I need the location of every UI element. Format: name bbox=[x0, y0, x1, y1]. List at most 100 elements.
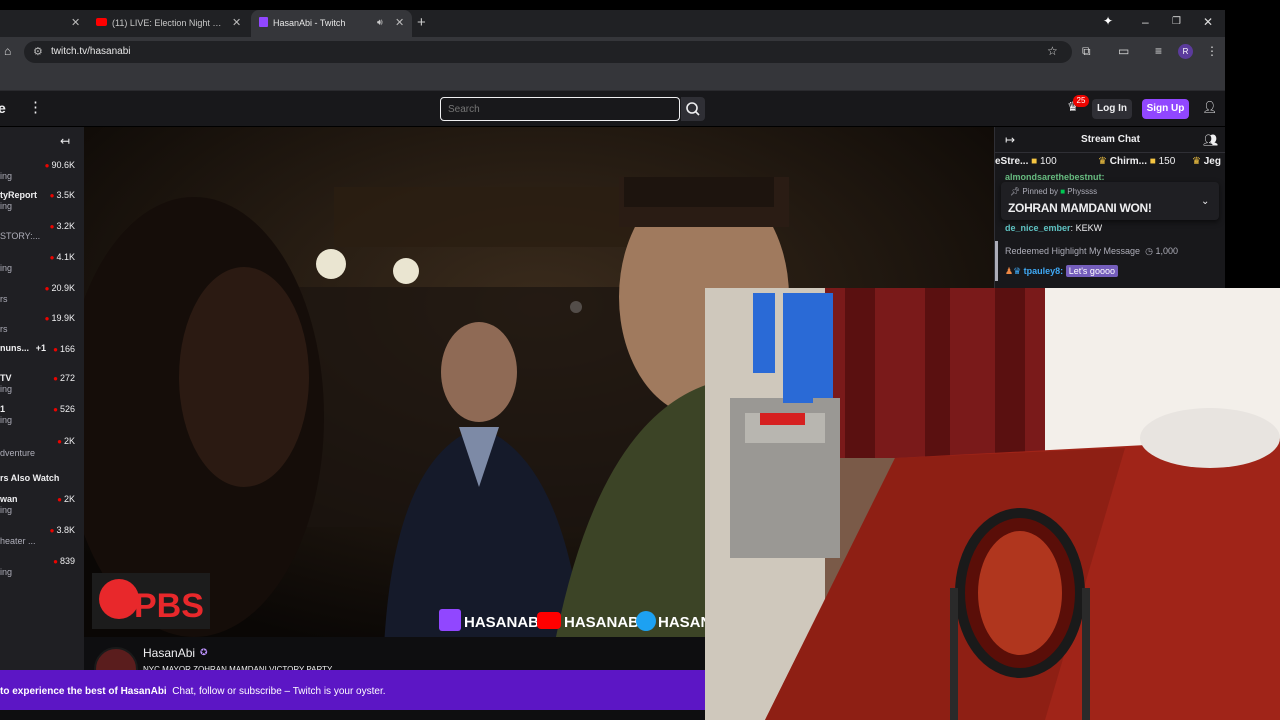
search-box[interactable] bbox=[440, 97, 680, 121]
channel-name[interactable]: HasanAbi bbox=[143, 646, 195, 660]
sidebar-channel-9[interactable]: 1 ing ● 526 bbox=[0, 404, 84, 434]
split-view-icon[interactable]: ▭ bbox=[1118, 44, 1129, 58]
new-tab-button[interactable]: + bbox=[417, 14, 426, 31]
signup-promo-banner[interactable]: to experience the best of HasanAbi Chat,… bbox=[0, 670, 705, 710]
signup-button[interactable]: Sign Up bbox=[1142, 99, 1189, 119]
sub-badge-icon: ♛ bbox=[1013, 266, 1022, 276]
notification-badge: 25 bbox=[1073, 95, 1089, 107]
channel-info-bar: HasanAbi ✪ NYC MAYOR ZOHRAN MAMDANI VICT… bbox=[84, 637, 705, 691]
sidebar-also-watch-1[interactable]: wan ing ● 2K bbox=[0, 494, 84, 524]
close-window-icon[interactable]: ✕ bbox=[1203, 15, 1213, 29]
chevron-down-icon[interactable]: ⌄ bbox=[1201, 196, 1209, 207]
user-menu-icon[interactable]: 👤︎ bbox=[1202, 100, 1217, 114]
live-dot-icon: ● bbox=[53, 374, 58, 383]
close-tab-icon[interactable]: ✕ bbox=[395, 16, 404, 29]
redeem-notice: Redeemed Highlight My Message ◷ 1,000 bbox=[1005, 246, 1178, 256]
viewer-count: ● 2K bbox=[57, 436, 75, 446]
channel-category: ing bbox=[0, 263, 13, 273]
screen-right-edge bbox=[1225, 0, 1280, 288]
gift-icon: ■ bbox=[1031, 156, 1038, 167]
live-dot-icon: ● bbox=[44, 284, 50, 293]
sidebar-also-watch-2[interactable]: heater ... ● 3.8K bbox=[0, 525, 84, 555]
browser-menu-icon[interactable]: ⋮ bbox=[1206, 44, 1218, 58]
viewer-count: ● 272 bbox=[53, 373, 75, 383]
sidebar-channel-1[interactable]: ing ● 90.6K bbox=[0, 160, 84, 190]
extra-count: +1 bbox=[35, 343, 46, 353]
reading-list-icon[interactable]: ≡ bbox=[1155, 44, 1162, 58]
gift-icon: ■ bbox=[1149, 156, 1156, 167]
home-icon[interactable]: ⌂ bbox=[4, 44, 11, 58]
live-dot-icon: ● bbox=[44, 161, 50, 170]
pinned-by-label: 📌︎ Pinned by ■ Physsss bbox=[1010, 187, 1098, 196]
redeem-highlight-bar bbox=[995, 241, 998, 281]
channel-category: ing bbox=[0, 505, 13, 515]
login-button[interactable]: Log In bbox=[1092, 99, 1132, 119]
twitch-top-nav: e ⋮ ♛ 25 Log In Sign Up 👤︎ bbox=[0, 91, 1225, 127]
browser-tab-youtube[interactable]: (11) LIVE: Election Night 2025 | ✕ bbox=[90, 10, 250, 37]
sidebar: ↤ ing ● 90.6K tyReport ing ● 3.5K STORY:..… bbox=[0, 127, 84, 670]
channel-name: tyReport bbox=[0, 190, 38, 200]
stream-chat-panel: ↦ Stream Chat 👥︎ eStre... ■ 100 ♛ Chirm.… bbox=[994, 127, 1225, 288]
sidebar-also-watch-3[interactable]: ing ● 839 bbox=[0, 556, 84, 586]
channel-category: STORY:... bbox=[0, 231, 41, 241]
search-icon bbox=[686, 102, 700, 116]
chat-title: Stream Chat bbox=[1081, 134, 1140, 145]
sidebar-channel-5[interactable]: rs ● 20.9K bbox=[0, 283, 84, 313]
sidebar-channel-8[interactable]: TV ing ● 272 bbox=[0, 373, 84, 403]
profile-avatar[interactable]: R bbox=[1178, 44, 1193, 59]
community-icon[interactable]: 👥︎ bbox=[1203, 133, 1218, 147]
gemini-sparkle-icon[interactable]: ✦ bbox=[1103, 14, 1113, 28]
collapse-sidebar-icon[interactable]: ↤ bbox=[60, 134, 70, 148]
sidebar-channel-6[interactable]: rs ● 19.9K bbox=[0, 313, 84, 343]
viewer-count: ● 3.5K bbox=[49, 190, 75, 200]
sidebar-channel-3[interactable]: STORY:... ● 3.2K bbox=[0, 221, 84, 251]
sidebar-channel-2[interactable]: tyReport ing ● 3.5K bbox=[0, 190, 84, 220]
leaderboard-entry: ♛ Chirm... ■ 150 bbox=[1098, 156, 1176, 167]
more-options-icon[interactable]: ⋮ bbox=[28, 98, 43, 116]
audio-playing-icon[interactable]: 🔊︎ bbox=[377, 17, 383, 28]
live-dot-icon: ● bbox=[49, 191, 55, 200]
tab-title: (11) LIVE: Election Night 2025 | bbox=[112, 18, 224, 28]
channel-name: nuns... bbox=[0, 343, 29, 353]
twitch-social-tag: HASANABI bbox=[464, 614, 543, 631]
site-info-icon[interactable]: ⚙ bbox=[33, 45, 43, 58]
channel-name: 1 bbox=[0, 404, 6, 414]
highlighted-chat-message: ♟♛ tpauley8: Let's goooo bbox=[1005, 265, 1118, 277]
nav-browse-label[interactable]: e bbox=[0, 100, 6, 116]
promo-text: to experience the best of HasanAbi Chat,… bbox=[0, 686, 386, 697]
gift-leaderboard[interactable]: eStre... ■ 100 ♛ Chirm... ■ 150 ♛ Jeg bbox=[995, 155, 1225, 173]
pinned-message[interactable]: 📌︎ Pinned by ■ Physsss ZOHRAN MAMDANI WO… bbox=[1001, 182, 1219, 220]
channel-category: dventure bbox=[0, 448, 36, 458]
pinned-message-text: ZOHRAN MAMDANI WON! bbox=[1008, 201, 1152, 215]
search-input[interactable] bbox=[441, 98, 671, 120]
live-dot-icon: ● bbox=[53, 405, 58, 414]
sidebar-channel-4[interactable]: ing ● 4.1K bbox=[0, 252, 84, 282]
search-button[interactable] bbox=[681, 97, 705, 121]
webcam-frame bbox=[705, 288, 1280, 720]
channel-category: rs bbox=[0, 324, 8, 334]
channel-category: ing bbox=[0, 201, 13, 211]
restore-icon[interactable]: ❐ bbox=[1172, 16, 1181, 27]
bookmark-star-icon[interactable]: ☆ bbox=[1047, 44, 1058, 58]
verified-icon: ■ bbox=[1060, 187, 1066, 196]
close-tab-icon[interactable]: ✕ bbox=[232, 16, 241, 29]
minimize-icon[interactable]: – bbox=[1142, 15, 1149, 29]
url-text: twitch.tv/hasanabi bbox=[51, 46, 131, 57]
chat-message-user: almondsarethebestnut: bbox=[1005, 172, 1105, 182]
channel-name: wan bbox=[0, 494, 18, 504]
browser-tab-twitch[interactable]: HasanAbi - Twitch 🔊︎ ✕ bbox=[251, 10, 412, 37]
browser-tab-strip: ✕ (11) LIVE: Election Night 2025 | ✕ Has… bbox=[0, 10, 1225, 37]
sidebar-channel-7[interactable]: nuns... +1 ● 166 bbox=[0, 343, 84, 373]
extensions-icon[interactable]: ⧉ bbox=[1082, 44, 1091, 59]
viewer-count: ● 4.1K bbox=[49, 252, 75, 262]
close-tab-icon[interactable]: ✕ bbox=[71, 16, 80, 29]
browser-tab-1[interactable]: ✕ bbox=[0, 10, 85, 37]
leaderboard-entry: eStre... ■ 100 bbox=[995, 156, 1057, 167]
sidebar-channel-10[interactable]: dventure ● 2K bbox=[0, 436, 84, 466]
channel-points-icon: ◷ bbox=[1145, 246, 1153, 256]
address-bar[interactable]: ⚙ twitch.tv/hasanabi ☆ bbox=[24, 41, 1072, 63]
viewer-count: ● 90.6K bbox=[44, 160, 75, 170]
channel-category: ing bbox=[0, 567, 13, 577]
also-watch-heading: rs Also Watch bbox=[0, 473, 60, 483]
crown-icon: ♛ bbox=[1192, 156, 1201, 167]
